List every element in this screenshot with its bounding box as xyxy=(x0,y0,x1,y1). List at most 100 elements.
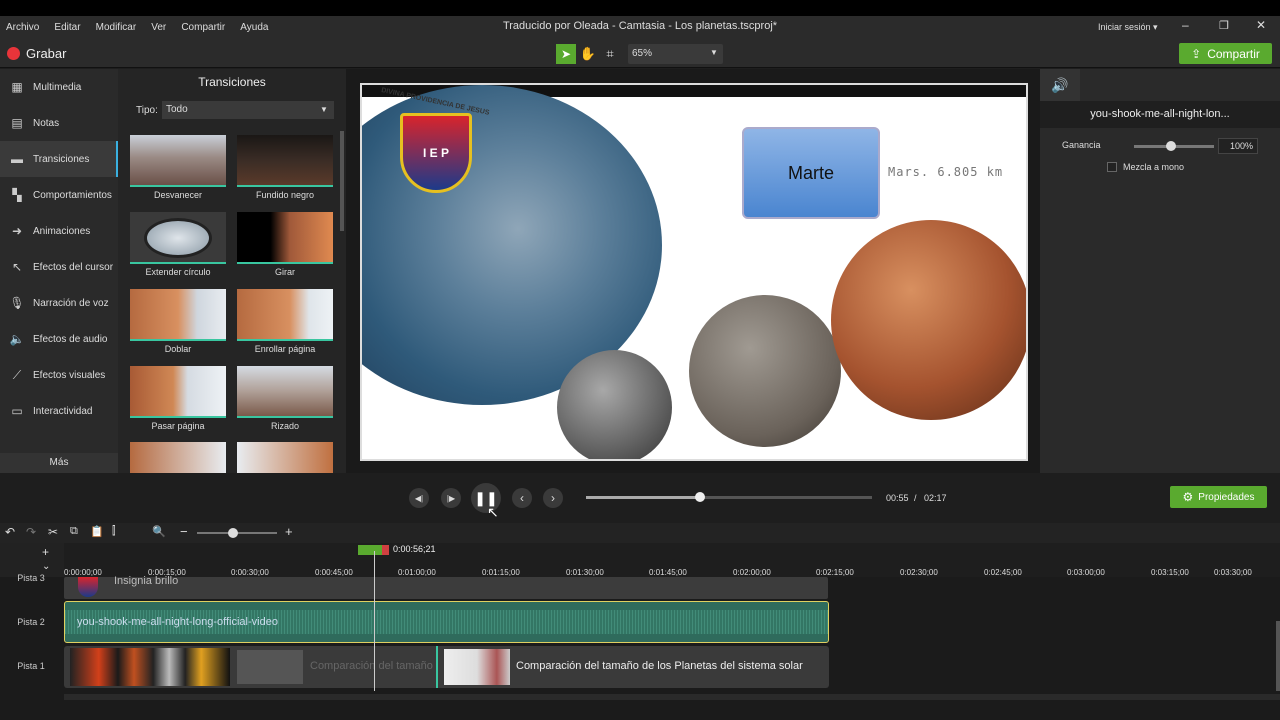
playback-bar: ◀| |▶ ❚❚ ‹ › 00:55 / 02:17 ⚙ Propiedades xyxy=(0,473,1280,523)
audio-props-icon[interactable]: 🔊 xyxy=(1040,69,1080,101)
marte-callout[interactable]: Marte xyxy=(742,127,880,219)
transition-thumb-girar[interactable] xyxy=(237,212,333,264)
track-name-3[interactable]: Pista 3 xyxy=(0,573,62,583)
close-icon[interactable]: ✕ xyxy=(1256,18,1266,32)
type-select[interactable]: Todo ▼ xyxy=(162,101,334,119)
mono-checkbox[interactable] xyxy=(1107,162,1117,172)
transition-label: Enrollar página xyxy=(254,344,316,354)
scrub-thumb[interactable] xyxy=(695,492,706,502)
video-preview[interactable]: Marte Mars. 6.805 km DIVINA PROVIDENCIA … xyxy=(360,83,1028,461)
next-icon[interactable]: › xyxy=(543,488,563,508)
menu-editar[interactable]: Editar xyxy=(54,22,80,33)
timeline-v-scrollbar[interactable] xyxy=(1276,621,1280,691)
nav-item-narracion[interactable]: 🎙 Narración de voz xyxy=(0,285,118,321)
transition-thumb-partial[interactable] xyxy=(130,442,226,473)
tick-label: 0:02:45;00 xyxy=(984,568,1022,577)
copy-icon[interactable]: ⧉ xyxy=(70,525,78,538)
step-back-icon[interactable]: ◀| xyxy=(409,488,429,508)
crop-tool-icon[interactable]: ⌗ xyxy=(600,44,620,64)
menu-archivo[interactable]: Archivo xyxy=(6,22,39,33)
prev-icon[interactable]: ‹ xyxy=(512,488,532,508)
share-label: Compartir xyxy=(1207,46,1260,61)
scrub-track[interactable] xyxy=(586,492,872,502)
mouse-cursor-icon: ↖ xyxy=(487,504,499,520)
step-forward-icon[interactable]: |▶ xyxy=(441,488,461,508)
transition-thumb-doblar[interactable] xyxy=(130,289,226,341)
nav-item-notas[interactable]: ▤ Notas xyxy=(0,105,118,141)
nav-item-transiciones[interactable]: ▬ Transiciones xyxy=(0,141,118,177)
video-thumb xyxy=(444,649,510,685)
menu-compartir[interactable]: Compartir xyxy=(181,22,225,33)
timeline-h-scrollbar[interactable] xyxy=(64,694,1280,700)
record-icon[interactable] xyxy=(7,47,20,60)
mic-icon: 🎙 xyxy=(9,296,25,310)
nav-label: Animaciones xyxy=(33,225,91,237)
nav-item-visuales[interactable]: ⟋ Efectos visuales xyxy=(0,357,118,393)
split-icon[interactable]: ⫿ xyxy=(112,525,116,538)
signin-button[interactable]: Iniciar sesión ▾ xyxy=(1098,22,1158,33)
menu-modificar[interactable]: Modificar xyxy=(96,22,137,33)
menu-ayuda[interactable]: Ayuda xyxy=(240,22,268,33)
clip-insignia[interactable]: Insignia brillo xyxy=(64,575,828,599)
transition-thumb-rizado[interactable] xyxy=(237,366,333,418)
record-button[interactable]: Grabar xyxy=(26,46,66,61)
gain-slider-thumb[interactable] xyxy=(1166,141,1176,151)
playhead-marker-end[interactable] xyxy=(382,545,389,555)
undo-icon[interactable]: ↶ xyxy=(5,525,15,539)
zoom-search-icon[interactable]: 🔍 xyxy=(152,525,166,538)
transition-thumb-fundido-negro[interactable] xyxy=(237,135,333,187)
transition-thumb-desvanecer[interactable] xyxy=(130,135,226,187)
ruler-ticks: 0:00:00;00 0:00:15;00 0:00:30;00 0:00:45… xyxy=(64,556,1280,577)
time-separator: / xyxy=(914,493,917,503)
paste-icon[interactable]: 📋 xyxy=(90,525,104,538)
zoom-select[interactable]: 65% ▼ xyxy=(628,44,723,64)
transition-thumb-extender-circulo[interactable] xyxy=(130,212,226,264)
nav-item-audio[interactable]: 🔈 Efectos de audio xyxy=(0,321,118,357)
tick-label: 0:00:00;00 xyxy=(64,568,102,577)
restore-icon[interactable]: ❐ xyxy=(1219,19,1229,32)
transition-thumb-pasar-pagina[interactable] xyxy=(130,366,226,418)
track-name-2[interactable]: Pista 2 xyxy=(0,617,62,627)
track-name-1[interactable]: Pista 1 xyxy=(0,661,62,671)
transition-label: Fundido negro xyxy=(255,190,315,200)
menu-ver[interactable]: Ver xyxy=(151,22,166,33)
gain-input[interactable]: 100% xyxy=(1218,138,1258,154)
timeline-zoom-thumb[interactable] xyxy=(228,528,238,538)
transition-thumb-enrollar-pagina[interactable] xyxy=(237,289,333,341)
select-tool-icon[interactable]: ➤ xyxy=(556,44,576,64)
zoom-in-icon[interactable]: + xyxy=(285,524,293,539)
tick-label: 0:02:15;00 xyxy=(816,568,854,577)
tick-label: 0:03:00;00 xyxy=(1067,568,1105,577)
share-button[interactable]: ⇪ Compartir xyxy=(1179,43,1272,64)
nav-item-multimedia[interactable]: ▦ Multimedia xyxy=(0,69,118,105)
top-bar xyxy=(0,0,1280,16)
transition-icon: ▬ xyxy=(11,152,23,166)
mars-image xyxy=(831,220,1026,420)
minimize-icon[interactable]: – xyxy=(1182,18,1189,32)
clip-audio[interactable]: you-shook-me-all-night-long-official-vid… xyxy=(64,601,829,643)
planet-thumbs xyxy=(70,648,230,686)
moon-image xyxy=(689,295,841,447)
nav-item-animaciones[interactable]: ➜ Animaciones xyxy=(0,213,118,249)
tick-label: 0:02:00;00 xyxy=(733,568,771,577)
more-button[interactable]: Más xyxy=(0,453,118,473)
collapse-icon[interactable]: ⌄ xyxy=(42,561,50,572)
add-track-icon[interactable]: + xyxy=(42,545,49,559)
transition-thumb-partial[interactable] xyxy=(237,442,333,473)
zoom-value: 65% xyxy=(632,48,653,59)
transition-marker[interactable] xyxy=(436,646,438,688)
time-ruler[interactable]: 0:00:56;21 0:00:00;00 0:00:15;00 0:00:30… xyxy=(64,543,1280,577)
nav-item-interactividad[interactable]: ▭ Interactividad xyxy=(0,393,118,429)
nav-item-comportamientos[interactable]: ▚ Comportamientos xyxy=(0,177,118,213)
properties-button[interactable]: ⚙ Propiedades xyxy=(1170,486,1267,508)
clip-video-group[interactable]: Comparación del tamaño Comparación del t… xyxy=(64,646,829,688)
pan-tool-icon[interactable]: ✋ xyxy=(578,44,598,64)
panel-scrollbar[interactable] xyxy=(340,131,344,231)
cut-icon[interactable]: ✂ xyxy=(48,525,58,539)
tick-label: 0:01:30;00 xyxy=(566,568,604,577)
gear-icon: ⚙ xyxy=(1182,490,1194,504)
zoom-out-icon[interactable]: − xyxy=(180,524,188,539)
redo-icon[interactable]: ↷ xyxy=(26,525,36,539)
chevron-down-icon: ▼ xyxy=(320,105,328,114)
nav-item-cursor[interactable]: ↖ Efectos del cursor xyxy=(0,249,118,285)
